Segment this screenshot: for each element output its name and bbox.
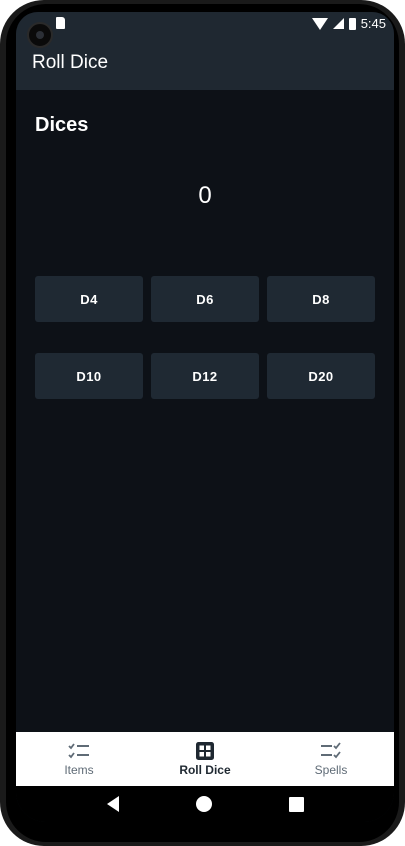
status-time: 5:45 [360,16,386,31]
system-nav-bar [16,786,394,822]
d12-button[interactable]: D12 [151,353,259,399]
battery-icon [348,17,356,30]
camera-icon [27,22,53,48]
page-title: Roll Dice [32,52,109,73]
status-right: 5:45 [311,16,386,31]
nav-item-roll-dice[interactable]: Roll Dice [142,732,268,786]
nav-item-items[interactable]: Items [16,732,142,786]
bottom-nav: Items Roll Dice Spells [16,732,394,786]
home-icon[interactable] [195,796,212,812]
dice-grid: D4 D6 D8 D10 D12 D20 [35,276,375,399]
signal-icon [332,18,344,29]
dice-icon [196,742,214,760]
checklist-icon [68,743,89,759]
back-icon[interactable] [106,796,119,812]
nav-label-roll-dice: Roll Dice [179,763,231,777]
roll-result: 0 [198,182,212,209]
section-title: Dices [35,114,89,136]
d6-button[interactable]: D6 [151,276,259,322]
nav-label-items: Items [64,763,94,777]
nav-item-spells[interactable]: Spells [268,732,394,786]
sim-icon [56,17,65,29]
status-bar: 5:45 [16,12,394,36]
wifi-icon [311,17,328,30]
d4-button[interactable]: D4 [35,276,143,322]
app-bar: Roll Dice [16,36,394,90]
d20-button[interactable]: D20 [267,353,375,399]
nav-label-spells: Spells [314,763,348,777]
spell-list-icon [321,742,341,759]
status-left-icons [56,17,65,29]
recent-apps-icon[interactable] [288,796,304,812]
d10-button[interactable]: D10 [35,353,143,399]
app-screen: 5:45 Roll Dice Dices 0 D4 D6 D8 D10 D12 … [16,12,394,822]
d8-button[interactable]: D8 [267,276,375,322]
